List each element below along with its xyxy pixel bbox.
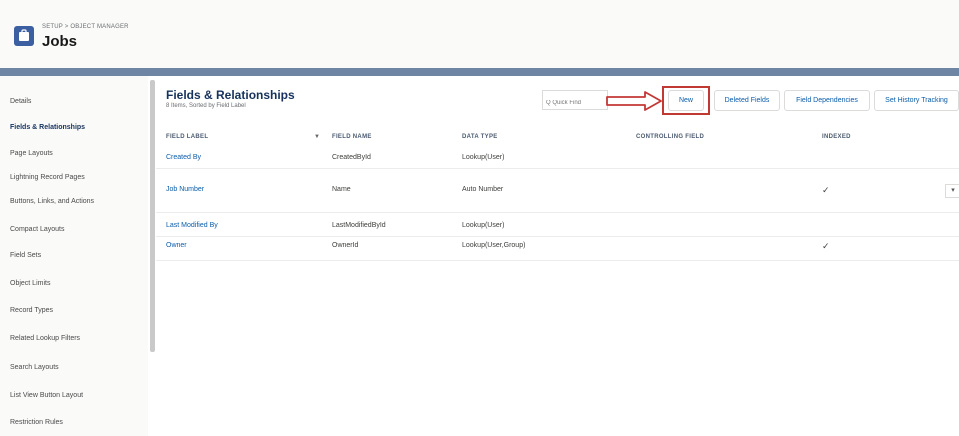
field-name-cell: Name bbox=[332, 186, 351, 193]
sidebar-item-field-sets[interactable]: Field Sets bbox=[10, 252, 41, 259]
data-type-cell: Lookup(User) bbox=[462, 154, 505, 161]
sidebar-item-list-view-button-layout[interactable]: List View Button Layout bbox=[10, 392, 83, 399]
section-title: Fields & Relationships bbox=[166, 88, 295, 102]
sidebar: Details Fields & Relationships Page Layo… bbox=[0, 76, 148, 436]
object-manager-icon bbox=[14, 26, 34, 46]
field-label-link[interactable]: Created By bbox=[166, 154, 201, 161]
fields-panel: Fields & Relationships 8 Items, Sorted b… bbox=[156, 76, 959, 436]
indexed-cell: ✓ bbox=[822, 241, 830, 251]
highlight-box bbox=[662, 86, 710, 115]
sidebar-item-search-layouts[interactable]: Search Layouts bbox=[10, 364, 59, 371]
column-header-field-name[interactable]: FIELD NAME bbox=[332, 134, 372, 140]
sidebar-item-page-layouts[interactable]: Page Layouts bbox=[10, 150, 53, 157]
sidebar-item-restriction-rules[interactable]: Restriction Rules bbox=[10, 419, 63, 426]
sidebar-item-related-lookup-filters[interactable]: Related Lookup Filters bbox=[10, 335, 80, 342]
page-title: Jobs bbox=[42, 33, 78, 50]
quick-find-field[interactable] bbox=[542, 90, 608, 111]
deleted-fields-button[interactable]: Deleted Fields bbox=[714, 90, 780, 111]
field-name-cell: CreatedById bbox=[332, 154, 371, 161]
column-header-indexed[interactable]: INDEXED bbox=[822, 134, 851, 140]
field-name-cell: LastModifiedById bbox=[332, 222, 386, 229]
breadcrumb[interactable]: SETUP > OBJECT MANAGER bbox=[42, 24, 129, 30]
sort-down-icon[interactable]: ▼ bbox=[314, 134, 320, 140]
column-header-data-type[interactable]: DATA TYPE bbox=[462, 134, 498, 140]
sidebar-item-compact-layouts[interactable]: Compact Layouts bbox=[10, 226, 64, 233]
data-type-cell: Lookup(User,Group) bbox=[462, 242, 526, 249]
sidebar-item-fields-relationships[interactable]: Fields & Relationships bbox=[10, 124, 85, 131]
indexed-cell: ✓ bbox=[822, 185, 830, 195]
data-type-cell: Auto Number bbox=[462, 186, 504, 193]
table-row: Owner OwnerId Lookup(User,Group) ✓ bbox=[156, 236, 959, 261]
sidebar-item-details[interactable]: Details bbox=[10, 98, 31, 105]
field-label-link[interactable]: Job Number bbox=[166, 186, 204, 193]
field-dependencies-button[interactable]: Field Dependencies bbox=[784, 90, 870, 111]
field-label-link[interactable]: Owner bbox=[166, 242, 187, 249]
field-label-link[interactable]: Last Modified By bbox=[166, 222, 218, 229]
sidebar-item-buttons-links-actions[interactable]: Buttons, Links, and Actions bbox=[10, 198, 94, 205]
sidebar-item-lightning-record-pages[interactable]: Lightning Record Pages bbox=[10, 174, 85, 181]
red-arrow-icon bbox=[606, 91, 662, 111]
table-row: Last Modified By LastModifiedById Lookup… bbox=[156, 216, 959, 237]
quick-find-input[interactable] bbox=[546, 95, 606, 111]
page-header: SETUP > OBJECT MANAGER Jobs bbox=[0, 0, 959, 68]
table-row: Job Number Name Auto Number ✓ ▾ bbox=[156, 172, 959, 213]
row-actions-menu[interactable]: ▾ bbox=[945, 184, 959, 198]
column-header-controlling-field[interactable]: CONTROLLING FIELD bbox=[636, 134, 704, 140]
sidebar-item-record-types[interactable]: Record Types bbox=[10, 307, 53, 314]
table-row: Created By CreatedById Lookup(User) bbox=[156, 148, 959, 169]
column-header-field-label[interactable]: FIELD LABEL bbox=[166, 134, 208, 140]
set-history-tracking-button[interactable]: Set History Tracking bbox=[874, 90, 959, 111]
sidebar-scrollbar[interactable] bbox=[150, 80, 155, 352]
section-subtitle: 8 Items, Sorted by Field Label bbox=[166, 103, 246, 109]
sidebar-item-object-limits[interactable]: Object Limits bbox=[10, 280, 50, 287]
field-name-cell: OwnerId bbox=[332, 242, 359, 249]
data-type-cell: Lookup(User) bbox=[462, 222, 505, 229]
header-band bbox=[0, 68, 959, 76]
